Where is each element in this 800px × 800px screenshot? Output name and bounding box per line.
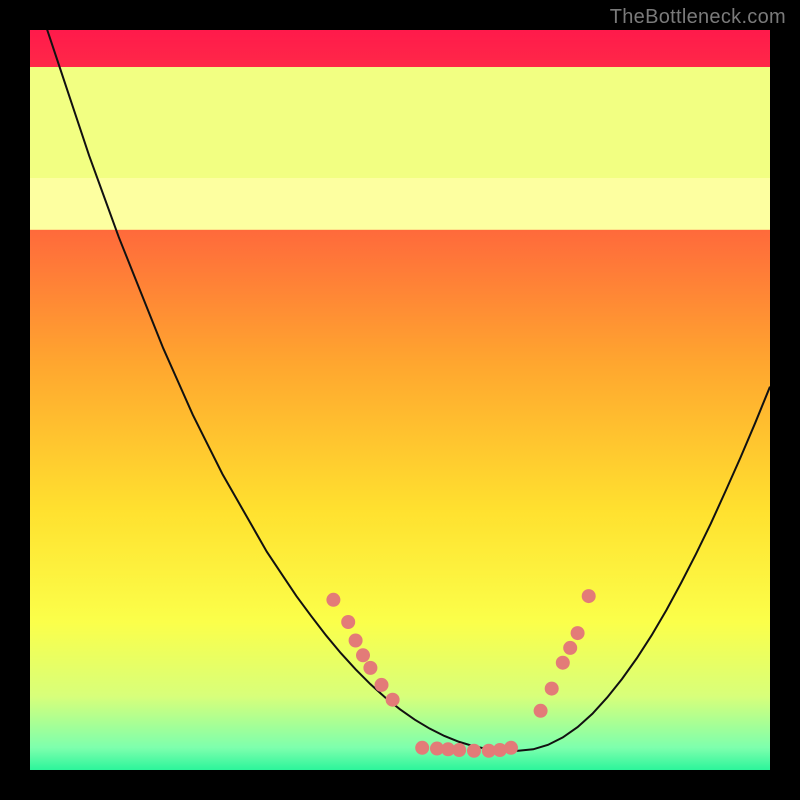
sample-point [415, 741, 429, 755]
sample-point [375, 678, 389, 692]
plot-area [30, 30, 770, 770]
sample-point [582, 589, 596, 603]
sample-point [571, 626, 585, 640]
chart-frame: TheBottleneck.com [0, 0, 800, 800]
sample-point [356, 648, 370, 662]
sample-point [363, 661, 377, 675]
sample-point [386, 693, 400, 707]
sample-point [504, 741, 518, 755]
sample-point [341, 615, 355, 629]
sample-point [452, 743, 466, 757]
sample-point [563, 641, 577, 655]
sample-point [545, 682, 559, 696]
sample-point [349, 634, 363, 648]
highlight-bands [30, 67, 770, 230]
watermark-text: TheBottleneck.com [610, 6, 786, 29]
chart-svg [30, 30, 770, 770]
sample-point [534, 704, 548, 718]
sample-point [326, 593, 340, 607]
sample-point [556, 656, 570, 670]
sample-point [467, 744, 481, 758]
